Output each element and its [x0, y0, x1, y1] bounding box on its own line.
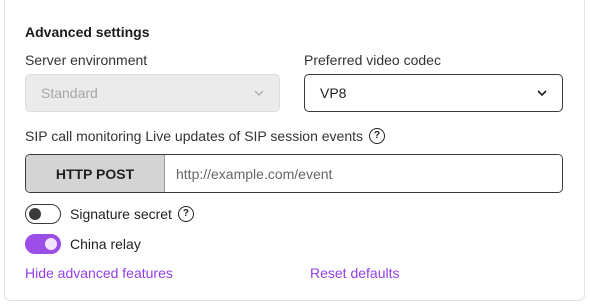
- signature-secret-label: Signature secret: [70, 206, 172, 222]
- hide-advanced-features-link[interactable]: Hide advanced features: [25, 265, 173, 281]
- sip-monitoring-url-input[interactable]: [165, 155, 562, 192]
- sip-monitoring-label: SIP call monitoring Live updates of SIP …: [25, 128, 364, 144]
- help-icon[interactable]: ?: [369, 128, 386, 144]
- server-environment-value: Standard: [41, 85, 98, 101]
- sip-monitoring-label-row: SIP call monitoring Live updates of SIP …: [25, 128, 386, 144]
- china-relay-toggle[interactable]: [25, 234, 61, 254]
- chevron-down-icon: [254, 90, 264, 97]
- sip-monitoring-url-group: HTTP POST: [25, 154, 563, 193]
- video-codec-value: VP8: [320, 85, 347, 101]
- china-relay-label: China relay: [70, 236, 141, 252]
- help-icon[interactable]: ?: [177, 206, 194, 222]
- section-title: Advanced settings: [25, 24, 150, 40]
- signature-secret-row: Signature secret ?: [25, 204, 194, 224]
- reset-defaults-link[interactable]: Reset defaults: [310, 265, 400, 281]
- toggle-knob: [29, 207, 41, 220]
- china-relay-row: China relay: [25, 234, 141, 254]
- toggle-knob: [45, 237, 57, 250]
- advanced-settings-panel: [4, 0, 585, 301]
- http-method-button[interactable]: HTTP POST: [26, 155, 165, 192]
- server-environment-label: Server environment: [25, 52, 148, 68]
- server-environment-select[interactable]: Standard: [25, 74, 280, 112]
- video-codec-label: Preferred video codec: [304, 52, 441, 68]
- video-codec-select[interactable]: VP8: [304, 74, 563, 112]
- chevron-down-icon: [537, 90, 547, 97]
- signature-secret-toggle[interactable]: [25, 204, 61, 224]
